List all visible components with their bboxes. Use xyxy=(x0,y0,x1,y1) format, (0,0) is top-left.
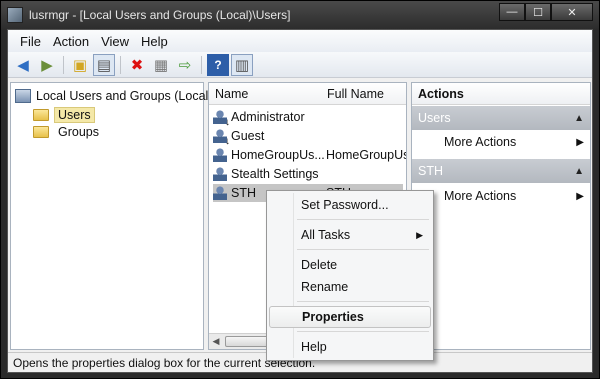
list-header: Name Full Name xyxy=(209,83,406,105)
toolbar-separator xyxy=(120,55,121,74)
properties-icon[interactable]: ▦ xyxy=(150,54,172,76)
collapse-icon[interactable]: ▲ xyxy=(574,113,584,124)
menu-separator xyxy=(297,219,429,220)
folder-icon xyxy=(33,126,49,138)
menu-rename[interactable]: Rename xyxy=(269,276,431,298)
tree-pane: Local Users and Groups (Local) Users Gro… xyxy=(10,82,212,350)
user-icon xyxy=(213,186,227,200)
more-actions-label: More Actions xyxy=(444,189,517,203)
window-title: lusrmgr - [Local Users and Groups (Local… xyxy=(29,8,291,22)
export-list-icon[interactable]: ⇨ xyxy=(174,54,196,76)
tree-node-groups[interactable]: Groups xyxy=(33,125,99,139)
list-item[interactable]: Stealth Settings xyxy=(213,165,319,183)
user-icon xyxy=(213,167,227,181)
user-name: HomeGroupUs... xyxy=(231,148,325,162)
tree-node-groups-label: Groups xyxy=(58,125,99,139)
menu-bar: File Action View Help xyxy=(8,30,592,52)
title-bar[interactable]: lusrmgr - [Local Users and Groups (Local… xyxy=(1,1,599,29)
menu-delete[interactable]: Delete xyxy=(269,254,431,276)
actions-group-users[interactable]: Users ▲ xyxy=(412,106,590,130)
collapse-icon[interactable]: ▲ xyxy=(574,166,584,177)
show-hide-tree-icon[interactable]: ▤ xyxy=(93,53,115,76)
column-name[interactable]: Name xyxy=(209,87,321,101)
actions-pane: Actions Users ▲ More Actions ▶ STH ▲ Mor… xyxy=(411,82,591,350)
more-actions-users[interactable]: More Actions ▶ xyxy=(412,131,590,153)
tree-root-label: Local Users and Groups (Local) xyxy=(36,89,213,103)
computer-users-icon xyxy=(15,89,31,103)
user-full-name: HomeGroupUs xyxy=(326,148,406,162)
menu-all-tasks[interactable]: All Tasks ▶ xyxy=(269,224,431,246)
scroll-left-icon[interactable]: ◀ xyxy=(209,335,223,349)
menu-separator xyxy=(297,331,429,332)
tree-root[interactable]: Local Users and Groups (Local) xyxy=(15,89,212,103)
user-name: Stealth Settings xyxy=(231,167,319,181)
tree-node-users[interactable]: Users xyxy=(33,107,95,123)
toolbar-separator xyxy=(63,55,64,74)
list-item[interactable]: Guest xyxy=(213,127,265,147)
list-item[interactable]: HomeGroupUs... HomeGroupUs xyxy=(213,146,406,164)
maximize-button[interactable]: ☐ xyxy=(525,3,551,21)
list-item[interactable]: Administrator xyxy=(213,108,305,128)
delete-icon[interactable]: ✖ xyxy=(126,54,148,76)
toolbar-separator xyxy=(201,55,202,74)
context-menu: Set Password... All Tasks ▶ Delete Renam… xyxy=(266,190,434,361)
menu-separator xyxy=(297,249,429,250)
column-full-name[interactable]: Full Name xyxy=(321,87,384,101)
menu-view[interactable]: View xyxy=(95,34,135,49)
submenu-arrow-icon: ▶ xyxy=(576,190,584,202)
help-icon[interactable]: ? xyxy=(207,53,229,76)
menu-all-tasks-label: All Tasks xyxy=(301,228,351,242)
user-name: Administrator xyxy=(231,110,305,124)
submenu-arrow-icon: ▶ xyxy=(576,136,584,148)
user-icon xyxy=(213,110,230,128)
minimize-button[interactable]: — xyxy=(499,3,525,21)
menu-action[interactable]: Action xyxy=(47,34,95,49)
user-name: Guest xyxy=(231,129,265,143)
caption-buttons: — ☐ ✕ xyxy=(499,3,593,21)
user-icon xyxy=(213,129,230,147)
menu-separator xyxy=(297,301,429,302)
computer-management-icon xyxy=(7,7,23,23)
actions-group-title: Users xyxy=(418,111,451,125)
menu-properties[interactable]: Properties xyxy=(269,306,431,328)
more-actions-label: More Actions xyxy=(444,135,517,149)
menu-set-password[interactable]: Set Password... xyxy=(269,194,431,216)
up-folder-icon[interactable]: ▣ xyxy=(69,54,91,76)
forward-arrow-icon[interactable]: ▶ xyxy=(36,54,58,76)
toolbar: ◀ ▶ ▣ ▤ ✖ ▦ ⇨ ? ▥ xyxy=(8,52,592,78)
close-button[interactable]: ✕ xyxy=(551,3,593,21)
folder-icon xyxy=(33,109,49,121)
menu-help[interactable]: Help xyxy=(135,34,174,49)
actions-group-title: STH xyxy=(418,164,443,178)
menu-file[interactable]: File xyxy=(14,34,47,49)
show-hide-action-pane-icon[interactable]: ▥ xyxy=(231,53,253,76)
app-window: lusrmgr - [Local Users and Groups (Local… xyxy=(0,0,600,379)
scrollbar-thumb[interactable] xyxy=(225,336,269,347)
menu-help-item[interactable]: Help xyxy=(269,336,431,358)
back-arrow-icon[interactable]: ◀ xyxy=(12,54,34,76)
actions-header: Actions xyxy=(412,83,590,105)
actions-group-sth[interactable]: STH ▲ xyxy=(412,159,590,183)
tree-node-users-label: Users xyxy=(54,107,95,123)
more-actions-sth[interactable]: More Actions ▶ xyxy=(412,185,590,207)
user-icon xyxy=(213,148,227,162)
submenu-arrow-icon: ▶ xyxy=(416,229,423,240)
